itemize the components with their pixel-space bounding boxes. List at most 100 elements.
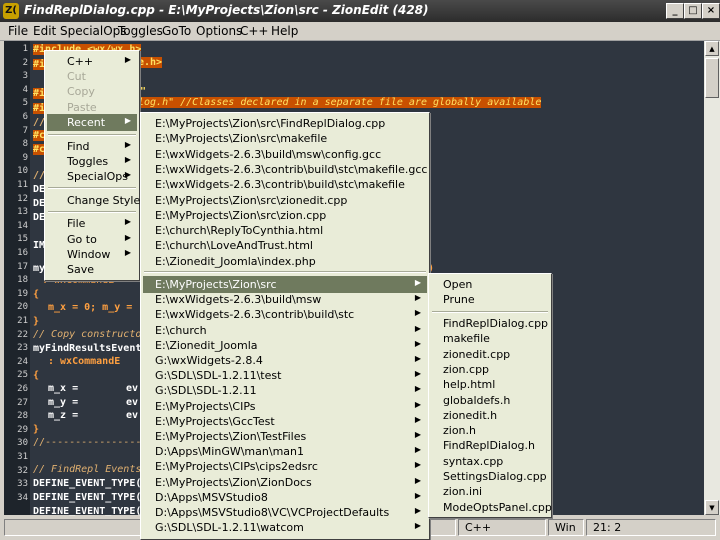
menu-item-save[interactable]: Save [47,261,137,278]
submenu-arrow-icon: ▶ [414,384,421,394]
line-number: 7 [22,125,28,136]
app-icon: Z( [3,3,19,19]
submenu-arrow-icon: ▶ [124,248,131,257]
line-number: 16 [17,248,28,258]
code-fragment: ev [126,410,139,421]
recent-submenu: E:\MyProjects\Zion\src\FindReplDialog.cp… [140,112,430,540]
code-comment-line: log.h" //Classes declared in a separate … [138,97,542,108]
line-number: 20 [17,302,28,313]
submenu-arrow-icon: ▶ [414,521,421,531]
edit-context-menu: C++ ▶ Cut Copy Paste Recent ▶ Find ▶ Toggle… [44,50,140,281]
line-number: 12 [17,193,28,204]
menu-item-specialops[interactable]: SpecialOps ▶ [47,168,137,185]
submenu-arrow-icon: ▶ [414,354,421,363]
code-fragment: ev [126,397,139,408]
line-number: 2 [22,57,28,68]
submenu-arrow-icon: ▶ [414,414,421,424]
code-fragment: e.h> [138,57,163,68]
menu-separator [48,134,136,136]
submenu-arrow-icon: ▶ [414,278,421,287]
recent-directory-item[interactable]: G:\SDL\SDL-1.2.11\watcom ▶ [143,519,427,536]
menu-separator [48,187,136,189]
code-line: m_x = [48,383,79,394]
menu-separator [144,271,426,273]
scroll-up-icon[interactable]: ▲ [705,41,719,56]
close-button[interactable]: × [702,3,720,19]
line-number: 34 [17,492,28,503]
line-number: 24 [17,356,28,367]
submenu-arrow-icon: ▶ [414,506,421,515]
line-number: 32 [17,465,28,476]
directory-submenu: Open Prune FindReplDialog.cpp makefile zio… [428,273,552,518]
submenu-arrow-icon: ▶ [124,170,131,179]
maximize-button[interactable]: □ [684,3,702,19]
window-title: FindReplDialog.cpp - E:\MyProjects\Zion\… [24,3,429,17]
submenu-arrow-icon: ▶ [124,140,131,149]
submenu-arrow-icon: ▶ [414,475,421,485]
line-number: 30 [17,438,28,449]
line-number: 13 [17,207,28,218]
menu-separator [48,211,136,213]
line-number: 5 [22,98,28,109]
menu-item-recent[interactable]: Recent ▶ [47,114,137,131]
menu-item-copy: Copy [67,85,95,98]
menu-edit[interactable]: Edit [33,24,56,38]
menu-item-change-style[interactable]: Change Style [47,192,140,209]
code-line: m_z = [48,410,79,421]
menu-help[interactable]: Help [271,24,298,38]
vertical-scrollbar[interactable] [704,41,720,515]
line-number: 14 [17,220,28,231]
scrollbar-thumb[interactable] [705,58,719,98]
submenu-arrow-icon: ▶ [414,490,421,500]
menu-item-file[interactable]: File ▶ [47,215,137,232]
line-number: 17 [17,261,28,272]
menu-options[interactable]: Options [196,24,242,38]
line-number: 6 [22,112,28,122]
submenu-arrow-icon: ▶ [414,460,421,470]
line-number: 9 [22,152,28,163]
line-number: 25 [17,370,28,381]
menu-file[interactable]: File [8,24,28,38]
line-number: 31 [17,452,28,462]
code-line: DEFINE_EVENT_TYPE( [33,492,142,503]
line-number: 15 [17,234,28,245]
directory-file-item[interactable]: ModeOptsPanel.cpp [431,499,552,516]
submenu-arrow-icon: ▶ [414,308,421,318]
menu-separator [432,311,548,313]
menu-bar: File Edit SpecialOps Toggles GoTo Option… [0,22,720,41]
menu-goto[interactable]: GoTo [162,24,191,38]
minimize-button[interactable]: _ [666,3,684,19]
line-number: 19 [17,288,28,299]
code-line: DEFINE_EVENT_TYPE( [33,478,142,489]
line-number: 21 [17,316,28,326]
line-number: 22 [17,329,28,340]
line-number: 10 [17,166,28,177]
menu-toggles[interactable]: Toggles [118,24,163,38]
status-position: 21: 2 [586,519,716,536]
title-bar[interactable]: Z( FindReplDialog.cpp - E:\MyProjects\Zi… [0,0,720,22]
code-line: { [33,289,40,300]
line-number: 33 [17,479,28,490]
menu-cpp[interactable]: C++ [240,24,269,38]
submenu-arrow-icon: ▶ [124,116,131,125]
code-comment-line: // FindRepl Events [33,464,142,475]
line-number: 29 [17,424,28,435]
menu-specialops[interactable]: SpecialOps [60,24,127,38]
submenu-arrow-icon: ▶ [124,155,131,164]
recent-file-item[interactable]: E:\Zionedit_Joomla\index.php [143,253,427,270]
submenu-arrow-icon: ▶ [124,233,131,242]
menu-item-prune[interactable]: Prune [431,291,549,308]
line-number: 11 [17,180,28,190]
line-number: 18 [17,275,28,286]
line-number: 26 [17,384,28,394]
submenu-arrow-icon: ▶ [414,399,421,409]
code-line: } [33,424,40,435]
line-number: 27 [17,397,28,408]
code-line: { [33,370,40,381]
line-number: 4 [22,84,28,95]
submenu-arrow-icon: ▶ [414,338,421,348]
code-fragment: ev [126,383,139,394]
scroll-down-icon[interactable]: ▼ [705,500,719,515]
line-number: 23 [17,343,28,354]
status-language: C++ [458,519,546,536]
